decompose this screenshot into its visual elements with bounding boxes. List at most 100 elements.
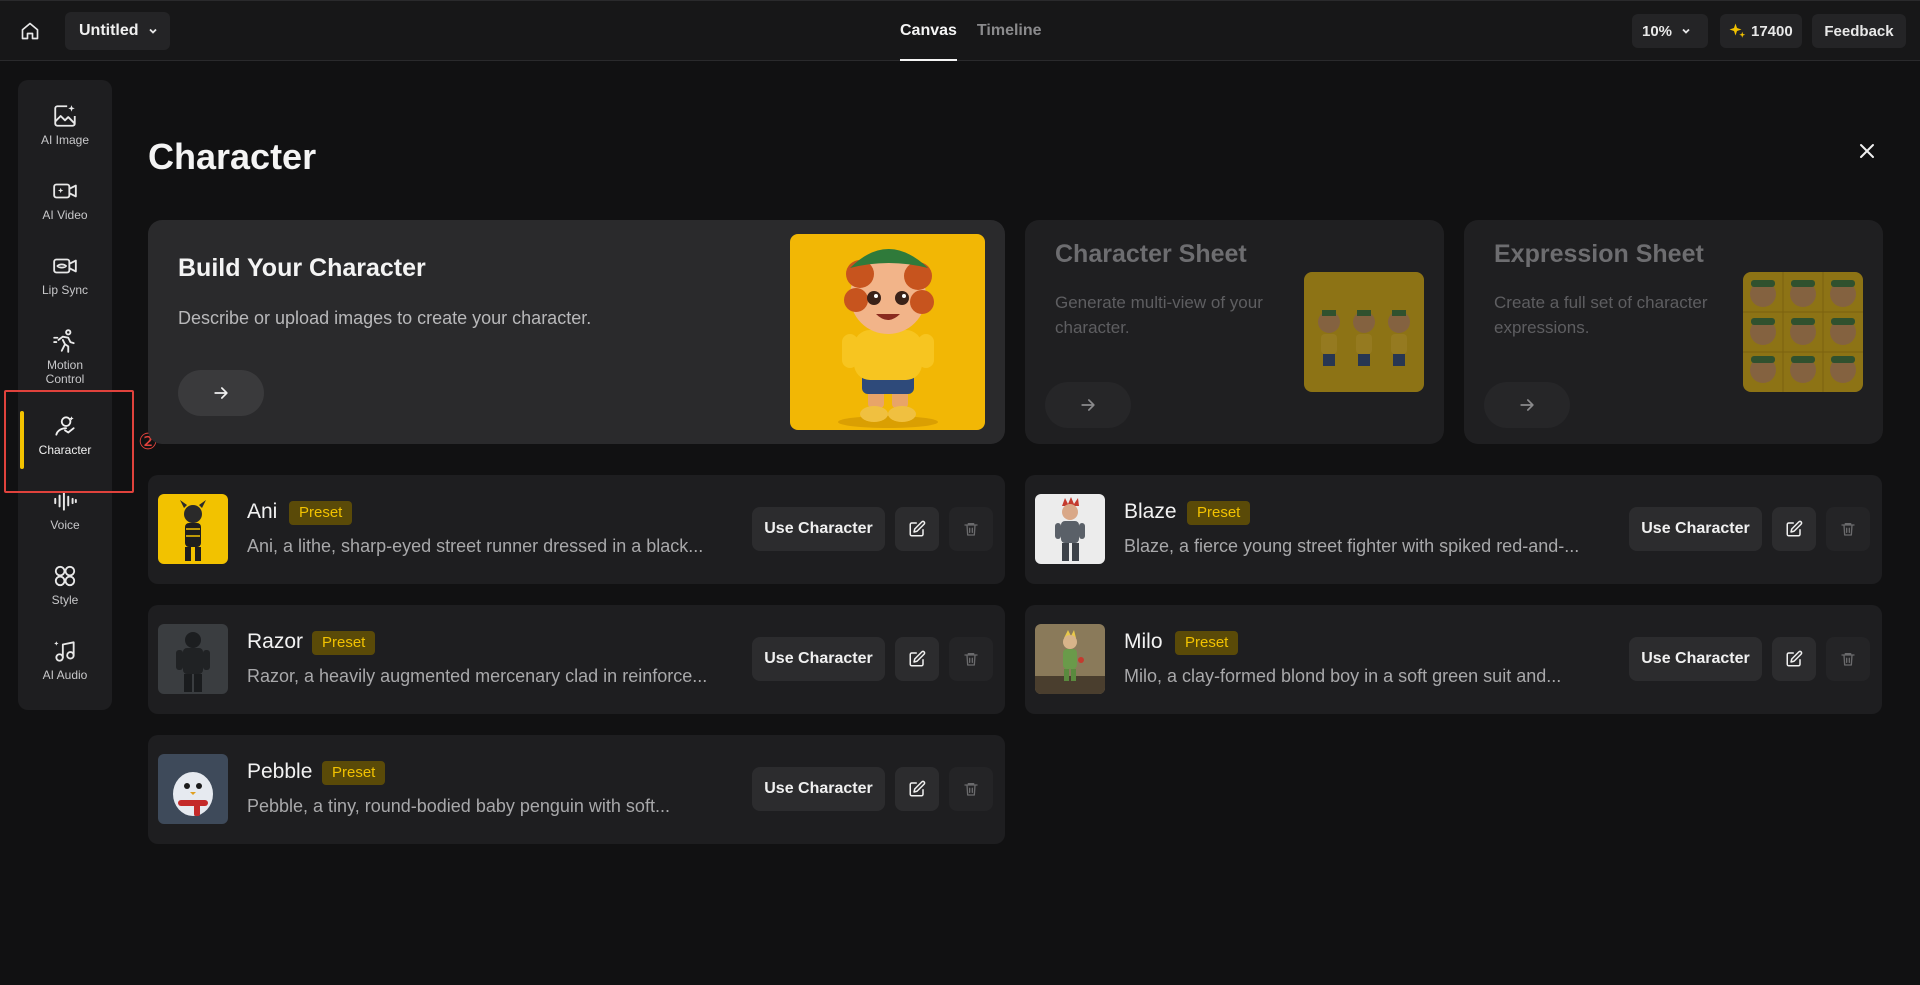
sidebar-item-label: AI Video [42,208,88,222]
build-card-title: Build Your Character [178,254,426,282]
edit-button[interactable] [1772,507,1816,551]
avatar [158,754,228,824]
sidebar-item-motion-control[interactable]: Motion Control [18,322,112,392]
sidebar-item-character[interactable]: Character [18,400,112,470]
sidebar-item-lip-sync[interactable]: Lip Sync [18,240,112,310]
character-description: Ani, a lithe, sharp-eyed street runner d… [247,536,704,556]
close-icon [1860,144,1874,158]
character-card-razor: Razor Preset Razor, a heavily augmented … [148,605,1005,714]
edit-button[interactable] [895,507,939,551]
running-figure-icon [53,329,75,353]
edit-icon [909,780,926,797]
expression-sheet-thumbnail [1743,272,1863,392]
sidebar-item-style[interactable]: Style [18,550,112,620]
edit-icon [1786,650,1803,667]
use-character-button[interactable]: Use Character [1629,507,1762,551]
character-preview-image [790,234,985,430]
character-sheet-card[interactable]: Character Sheet Generate multi-view of y… [1025,220,1444,444]
character-description: Blaze, a fierce young street fighter wit… [1124,536,1580,556]
build-character-arrow-button[interactable] [178,370,264,416]
page-title: Character [148,136,317,177]
edit-button[interactable] [895,637,939,681]
arrow-right-icon [1520,399,1534,411]
active-indicator [20,411,24,469]
expression-sheet-arrow-button[interactable] [1484,382,1570,428]
character-card-pebble: Pebble Preset Pebble, a tiny, round-bodi… [148,735,1005,844]
sidebar-item-label: AI Image [40,133,90,147]
arrow-right-icon [214,387,228,399]
trash-icon [964,783,978,796]
character-description: Pebble, a tiny, round-bodied baby pengui… [247,796,670,816]
sidebar-item-ai-audio[interactable]: AI Audio [18,625,112,695]
tab-canvas[interactable]: Canvas [900,1,957,61]
tab-timeline[interactable]: Timeline [977,1,1042,61]
sidebar-item-label: Style [51,593,79,607]
tool-sidebar: AI Image AI Video Lip Sync Motion Contro… [18,80,112,710]
delete-button[interactable] [949,637,993,681]
image-sparkle-icon [54,105,76,127]
preset-badge: Preset [312,631,376,655]
character-card-blaze: Blaze Preset Blaze, a fierce young stree… [1025,475,1882,584]
delete-button[interactable] [949,507,993,551]
expression-sheet-card[interactable]: Expression Sheet Create a full set of ch… [1464,220,1883,444]
credits-button[interactable]: 17400 [1720,14,1802,48]
trash-icon [1841,523,1855,536]
sidebar-item-label: Voice [50,518,80,532]
expression-sheet-description: Create a full set of character expressio… [1494,293,1708,337]
use-character-button[interactable]: Use Character [1629,637,1762,681]
character-name: Razor [247,630,304,653]
edit-button[interactable] [895,767,939,811]
character-name: Ani [247,500,278,523]
music-note-icon [54,641,75,662]
edit-button[interactable] [1772,637,1816,681]
project-name-dropdown[interactable]: Untitled [65,12,170,50]
character-icon [55,416,75,436]
use-character-button[interactable]: Use Character [752,767,885,811]
character-sheet-thumbnail [1304,272,1424,392]
character-card-ani: Ani Preset Ani, a lithe, sharp-eyed stre… [148,475,1005,584]
character-card-milo: Milo Preset Milo, a clay-formed blond bo… [1025,605,1882,714]
delete-button[interactable] [1826,637,1870,681]
sidebar-item-voice[interactable]: Voice [18,475,112,545]
lip-sync-icon [53,258,77,274]
feedback-button[interactable]: Feedback [1812,14,1906,48]
use-character-button[interactable]: Use Character [752,637,885,681]
sparkle-icon [1729,23,1746,38]
edit-icon [1786,520,1803,537]
chevron-down-icon [1682,28,1690,34]
character-name: Pebble [247,760,313,783]
waveform-icon [54,491,77,511]
delete-button[interactable] [949,767,993,811]
trash-icon [964,523,978,536]
home-icon [21,22,39,40]
video-sparkle-icon [53,183,77,199]
preset-badge: Preset [1187,501,1251,525]
sidebar-item-ai-image[interactable]: AI Image [18,90,112,160]
zoom-dropdown[interactable]: 10% [1632,14,1708,48]
use-character-button[interactable]: Use Character [752,507,885,551]
character-sheet-arrow-button[interactable] [1045,382,1131,428]
close-button[interactable] [1855,139,1879,163]
character-description: Milo, a clay-formed blond boy in a soft … [1124,666,1562,686]
trash-icon [1841,653,1855,666]
preset-badge: Preset [1175,631,1239,655]
avatar [1035,494,1105,564]
avatar [1035,624,1105,694]
clover-icon [54,565,76,587]
sidebar-item-ai-video[interactable]: AI Video [18,165,112,235]
character-description: Razor, a heavily augmented mercenary cla… [247,666,708,686]
sidebar-item-label: Lip Sync [41,283,89,297]
arrow-right-icon [1081,399,1095,411]
chevron-down-icon [148,28,157,34]
sidebar-item-label: Motion Control [45,358,85,386]
build-character-card[interactable]: Build Your Character Describe or upload … [148,220,1005,444]
edit-icon [909,520,926,537]
delete-button[interactable] [1826,507,1870,551]
sidebar-item-label: AI Audio [42,668,88,682]
character-sheet-description: Generate multi-view of your character. [1055,293,1263,337]
build-card-description: Describe or upload images to create your… [178,308,592,328]
sidebar-item-label: Character [38,443,92,457]
home-button[interactable] [18,19,42,43]
expression-sheet-title: Expression Sheet [1494,240,1704,268]
top-bar: Untitled Canvas Timeline 10% 17400 Feedb… [0,0,1920,61]
